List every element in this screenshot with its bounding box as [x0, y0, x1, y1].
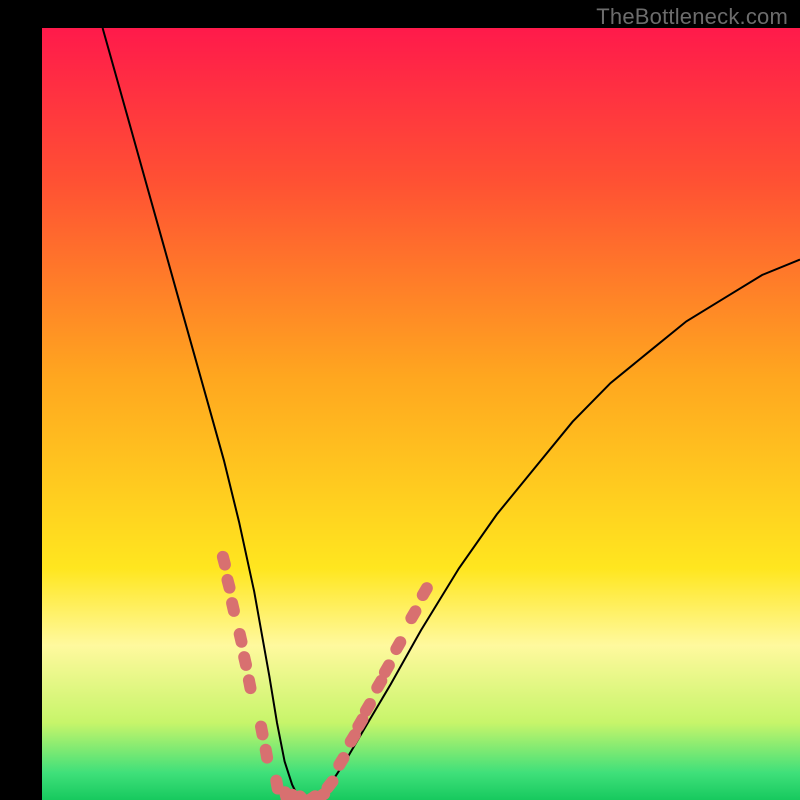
plot-background	[42, 28, 800, 800]
chart-frame: TheBottleneck.com	[0, 0, 800, 800]
watermark-text: TheBottleneck.com	[596, 4, 788, 30]
bottleneck-chart	[0, 0, 800, 800]
